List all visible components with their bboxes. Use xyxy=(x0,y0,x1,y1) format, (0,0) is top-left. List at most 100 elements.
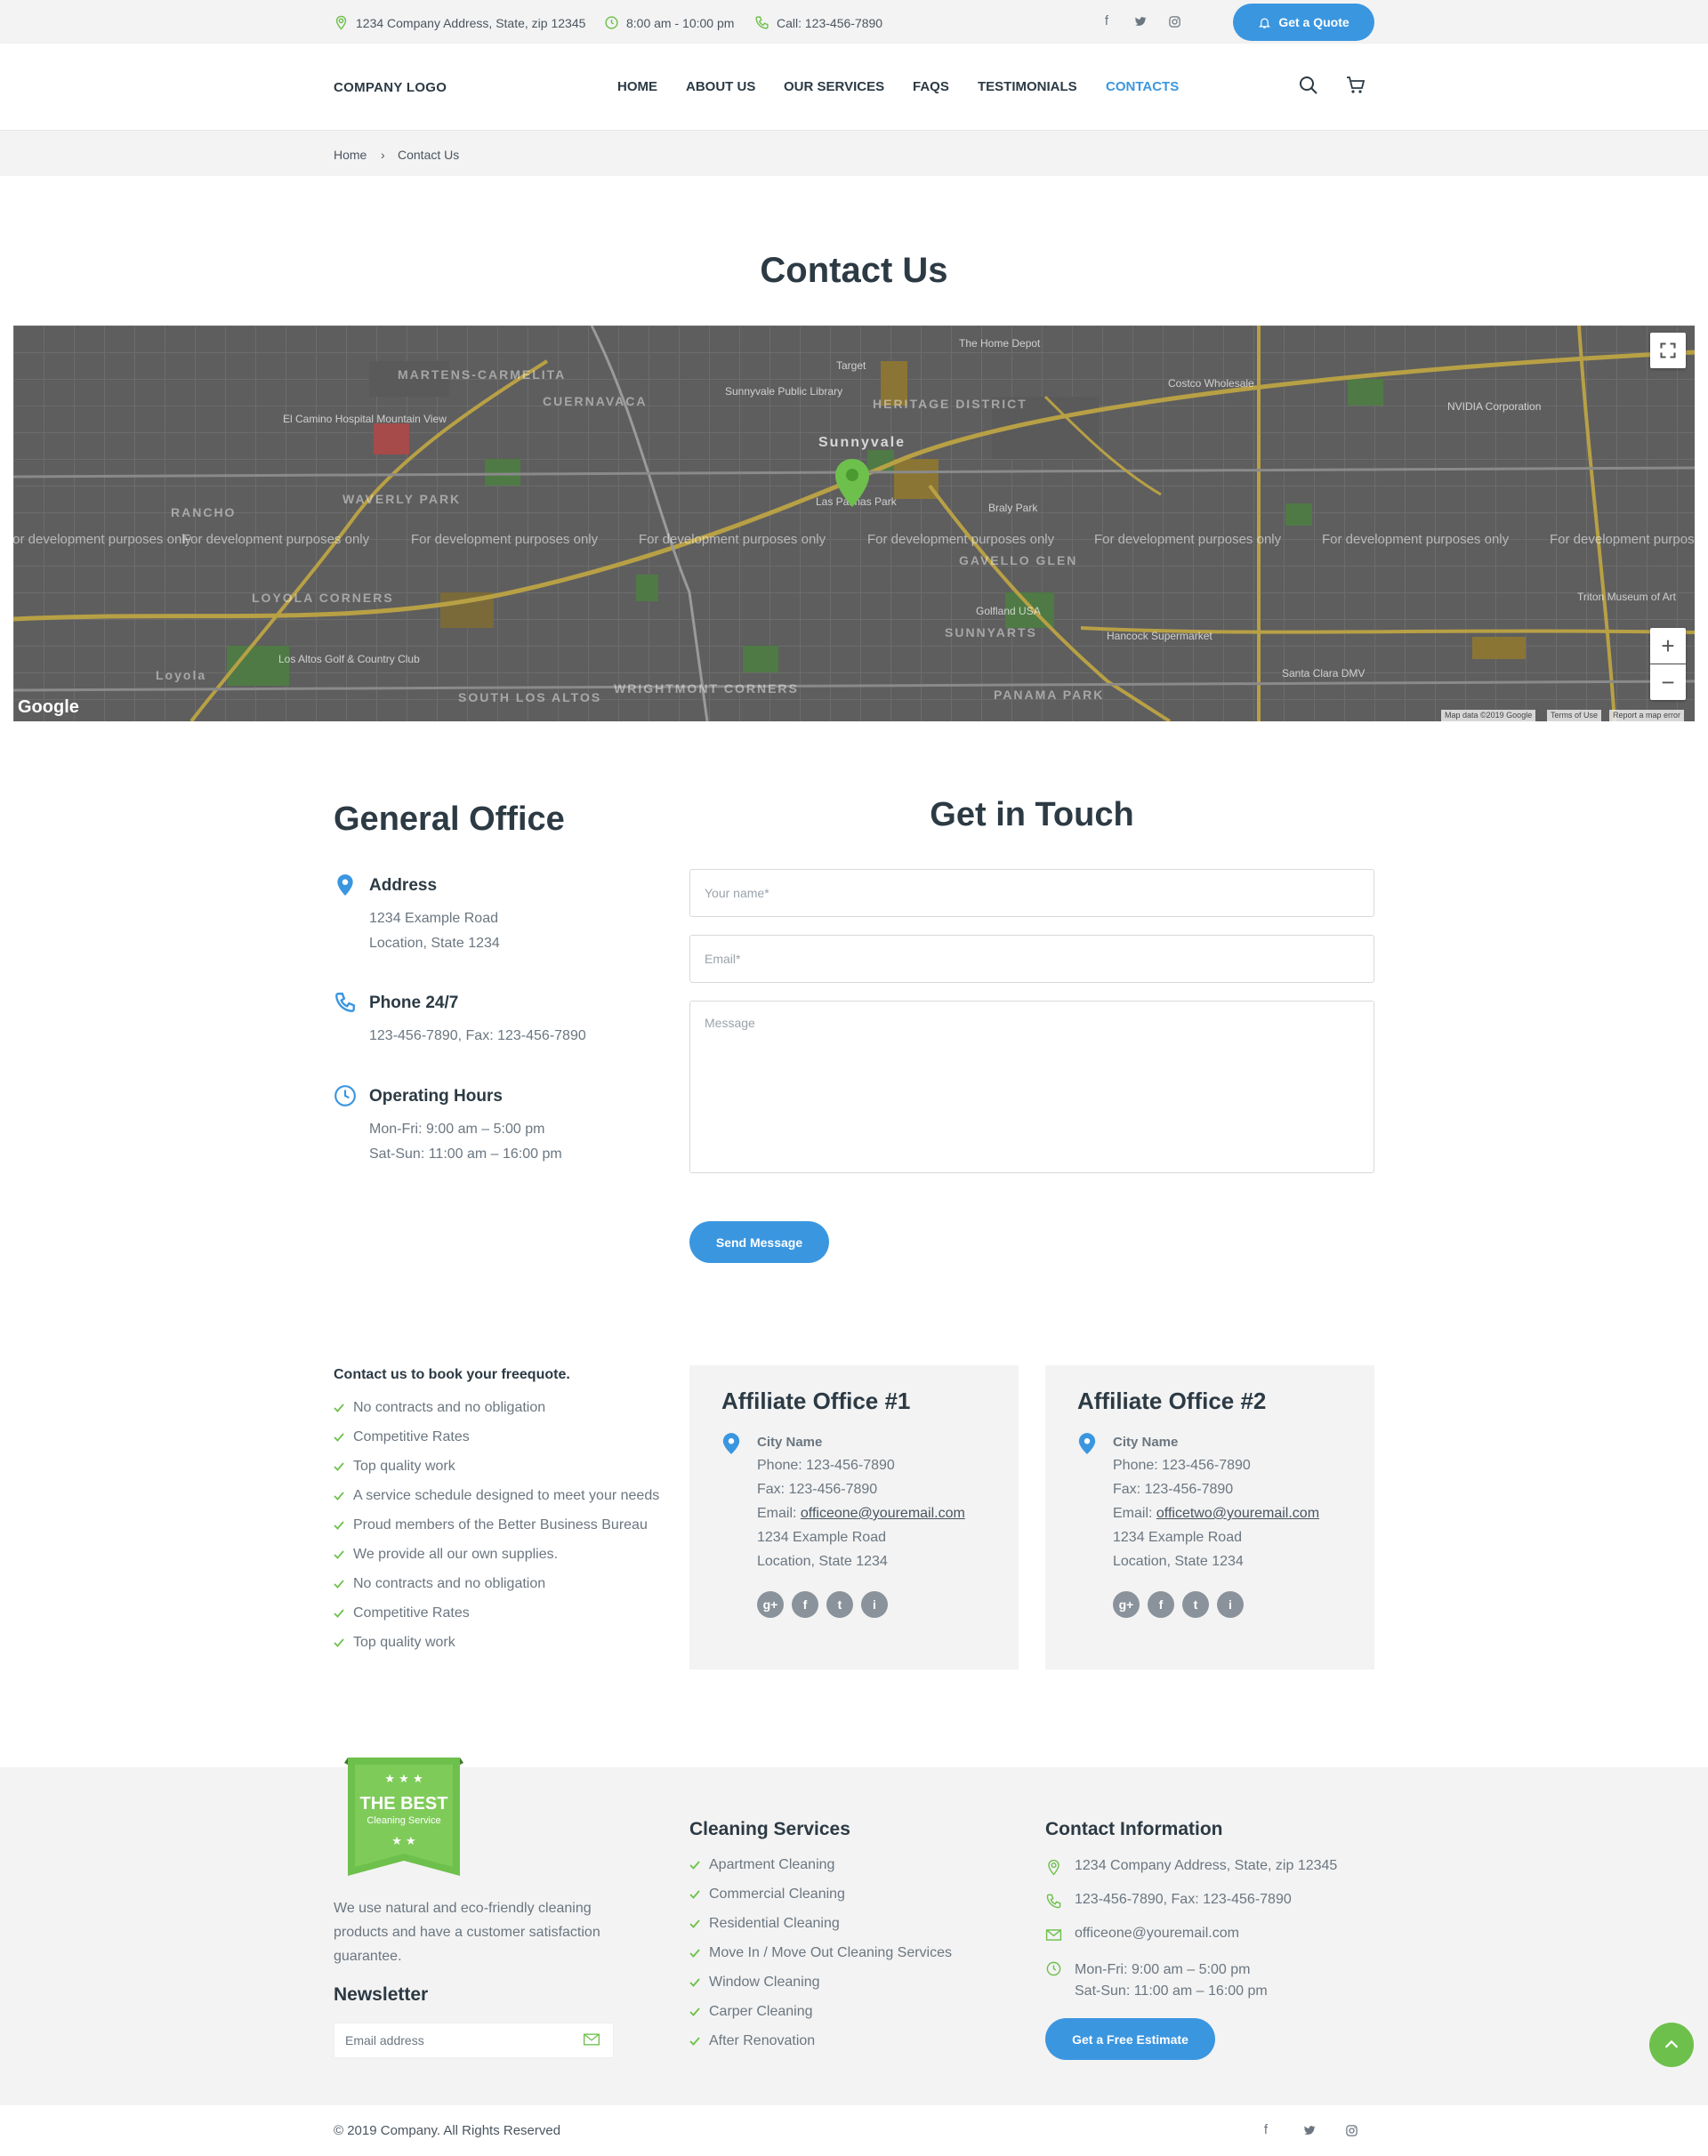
map-poi: Los Altos Golf & Country Club xyxy=(278,653,420,665)
bottom-bar xyxy=(0,2105,1708,2156)
map-label: MARTENS-CARMELITA xyxy=(398,367,567,382)
check-icon xyxy=(689,1978,700,1987)
footer-hours-line: Mon-Fri: 9:00 am – 5:00 pm xyxy=(1075,1962,1251,1977)
facebook-icon[interactable]: f xyxy=(1148,1591,1174,1618)
name-input[interactable]: Your name* xyxy=(689,869,1374,917)
map-terms-link[interactable]: Terms of Use xyxy=(1547,710,1602,721)
google-plus-icon[interactable]: g+ xyxy=(1113,1591,1140,1618)
footer-hours-line: Sat-Sun: 11:00 am – 16:00 pm xyxy=(1075,1983,1268,1999)
footer-address-text: 1234 Company Address, State, zip 12345 xyxy=(1075,1858,1338,1873)
phone-line: 123-456-7890, Fax: 123-456-7890 xyxy=(369,1028,586,1043)
cleaning-service-label: Apartment Cleaning xyxy=(709,1857,835,1872)
cleaning-service-item[interactable]: Move In / Move Out Cleaning Services xyxy=(689,1945,952,1961)
twitter-icon[interactable] xyxy=(1301,2121,1318,2139)
nav-contacts[interactable]: CONTACTS xyxy=(1106,79,1179,94)
book-quote-title: Contact us to book your freequote. xyxy=(334,1367,570,1382)
map-watermark: For development purposes only xyxy=(1550,532,1695,547)
book-quote-item: Competitive Rates xyxy=(334,1429,470,1445)
topbar-phone[interactable]: Call: 123-456-7890 xyxy=(754,15,882,30)
affiliate-email-row: Email: officeone@youremail.com xyxy=(757,1506,965,1522)
affiliate-email-link[interactable]: officetwo@youremail.com xyxy=(1156,1506,1319,1521)
get-a-quote-label: Get a Quote xyxy=(1278,15,1349,29)
book-quote-item: Proud members of the Better Business Bur… xyxy=(334,1517,648,1533)
map-poi: Target xyxy=(836,359,866,372)
search-icon[interactable] xyxy=(1298,75,1319,96)
nav-about-us[interactable]: ABOUT US xyxy=(686,79,755,94)
breadcrumb: Home › Contact Us xyxy=(0,130,1708,176)
map-poi: Santa Clara DMV xyxy=(1282,667,1366,680)
topbar-address-text: 1234 Company Address, State, zip 12345 xyxy=(356,15,586,30)
clock-icon xyxy=(1046,1961,1061,1976)
zoom-in-icon[interactable]: + xyxy=(1650,628,1686,664)
map-report-link[interactable]: Report a map error xyxy=(1609,710,1685,721)
book-quote-item: Competitive Rates xyxy=(334,1605,470,1621)
get-free-estimate-button[interactable]: Get a Free Estimate xyxy=(1045,2018,1215,2060)
affiliate-office-card: Affiliate Office #1 City Name Phone: 123… xyxy=(689,1365,1019,1669)
map-watermark: For development purposes only xyxy=(867,532,1055,547)
phone-label: Phone 24/7 xyxy=(369,994,459,1012)
book-quote-item-text: Competitive Rates xyxy=(353,1605,470,1621)
back-to-top-button[interactable] xyxy=(1649,2023,1694,2067)
nav-our-services[interactable]: OUR SERVICES xyxy=(784,79,884,94)
footer-contact-email[interactable]: officeone@youremail.com xyxy=(1045,1926,1239,1943)
company-logo[interactable]: COMPANY LOGO xyxy=(334,80,447,95)
cleaning-service-item[interactable]: Carper Cleaning xyxy=(689,2004,813,2020)
affiliate-phone: Phone: 123-456-7890 xyxy=(757,1458,895,1473)
google-map[interactable]: MARTENS-CARMELITA CUERNAVACA HERITAGE DI… xyxy=(13,326,1695,721)
zoom-out-icon[interactable]: − xyxy=(1650,664,1686,700)
cleaning-service-item[interactable]: Apartment Cleaning xyxy=(689,1857,834,1873)
facebook-icon[interactable]: f xyxy=(1098,12,1116,30)
map-marker-icon[interactable] xyxy=(833,457,872,509)
check-icon xyxy=(689,2007,700,2016)
check-icon xyxy=(334,1462,344,1471)
book-quote-item-text: Proud members of the Better Business Bur… xyxy=(353,1517,648,1533)
clock-icon xyxy=(334,1085,356,1106)
map-poi: Golfland USA xyxy=(976,605,1041,617)
phone-icon xyxy=(335,993,355,1012)
instagram-icon[interactable]: i xyxy=(861,1591,888,1618)
check-icon xyxy=(334,1609,344,1618)
twitter-icon[interactable] xyxy=(1132,12,1149,30)
map-poi: NVIDIA Corporation xyxy=(1447,400,1542,413)
twitter-icon[interactable]: t xyxy=(1182,1591,1209,1618)
get-a-quote-button[interactable]: Get a Quote xyxy=(1233,4,1374,41)
cleaning-service-item[interactable]: Residential Cleaning xyxy=(689,1916,840,1932)
affiliate-email-label: Email: xyxy=(1113,1506,1156,1521)
envelope-icon xyxy=(1045,1929,1062,1941)
book-quote-item-text: We provide all our own supplies. xyxy=(353,1547,559,1562)
topbar-hours: 8:00 am - 10:00 pm xyxy=(604,15,734,30)
affiliate-office-card: Affiliate Office #2 City Name Phone: 123… xyxy=(1045,1365,1374,1669)
nav-testimonials[interactable]: TESTIMONIALS xyxy=(978,79,1077,94)
breadcrumb-home[interactable]: Home xyxy=(334,148,367,162)
instagram-icon[interactable] xyxy=(1165,12,1183,30)
newsletter-email-input[interactable]: Email address xyxy=(334,2023,614,2058)
envelope-icon[interactable] xyxy=(583,2031,600,2047)
send-message-button[interactable]: Send Message xyxy=(689,1221,829,1263)
book-quote-item-text: Competitive Rates xyxy=(353,1429,470,1444)
affiliate-phone: Phone: 123-456-7890 xyxy=(1113,1458,1251,1473)
book-quote-item: We provide all our own supplies. xyxy=(334,1547,558,1563)
twitter-icon[interactable]: t xyxy=(826,1591,853,1618)
cleaning-service-item[interactable]: Window Cleaning xyxy=(689,1975,820,1991)
phone-icon xyxy=(1046,1894,1061,1909)
affiliate-address-line: Location, State 1234 xyxy=(1113,1554,1244,1569)
check-icon xyxy=(689,1861,700,1870)
fullscreen-icon[interactable] xyxy=(1650,333,1686,368)
instagram-icon[interactable]: i xyxy=(1217,1591,1244,1618)
google-plus-icon[interactable]: g+ xyxy=(757,1591,784,1618)
book-quote-item-text: No contracts and no obligation xyxy=(353,1400,546,1415)
google-logo[interactable]: Google xyxy=(18,697,79,718)
message-textarea[interactable]: Message xyxy=(689,1001,1374,1173)
cart-icon[interactable] xyxy=(1345,75,1366,96)
affiliate-email-link[interactable]: officeone@youremail.com xyxy=(801,1506,965,1521)
instagram-icon[interactable] xyxy=(1342,2121,1360,2139)
cleaning-service-item[interactable]: Commercial Cleaning xyxy=(689,1886,845,1903)
facebook-icon[interactable]: f xyxy=(1257,2121,1275,2139)
affiliate-address-line: Location, State 1234 xyxy=(757,1554,888,1569)
email-input[interactable]: Email* xyxy=(689,935,1374,983)
nav-home[interactable]: HOME xyxy=(617,79,657,94)
cleaning-service-item[interactable]: After Renovation xyxy=(689,2033,815,2049)
nav-faqs[interactable]: FAQS xyxy=(913,79,949,94)
footer xyxy=(0,1767,1708,2105)
facebook-icon[interactable]: f xyxy=(792,1591,818,1618)
